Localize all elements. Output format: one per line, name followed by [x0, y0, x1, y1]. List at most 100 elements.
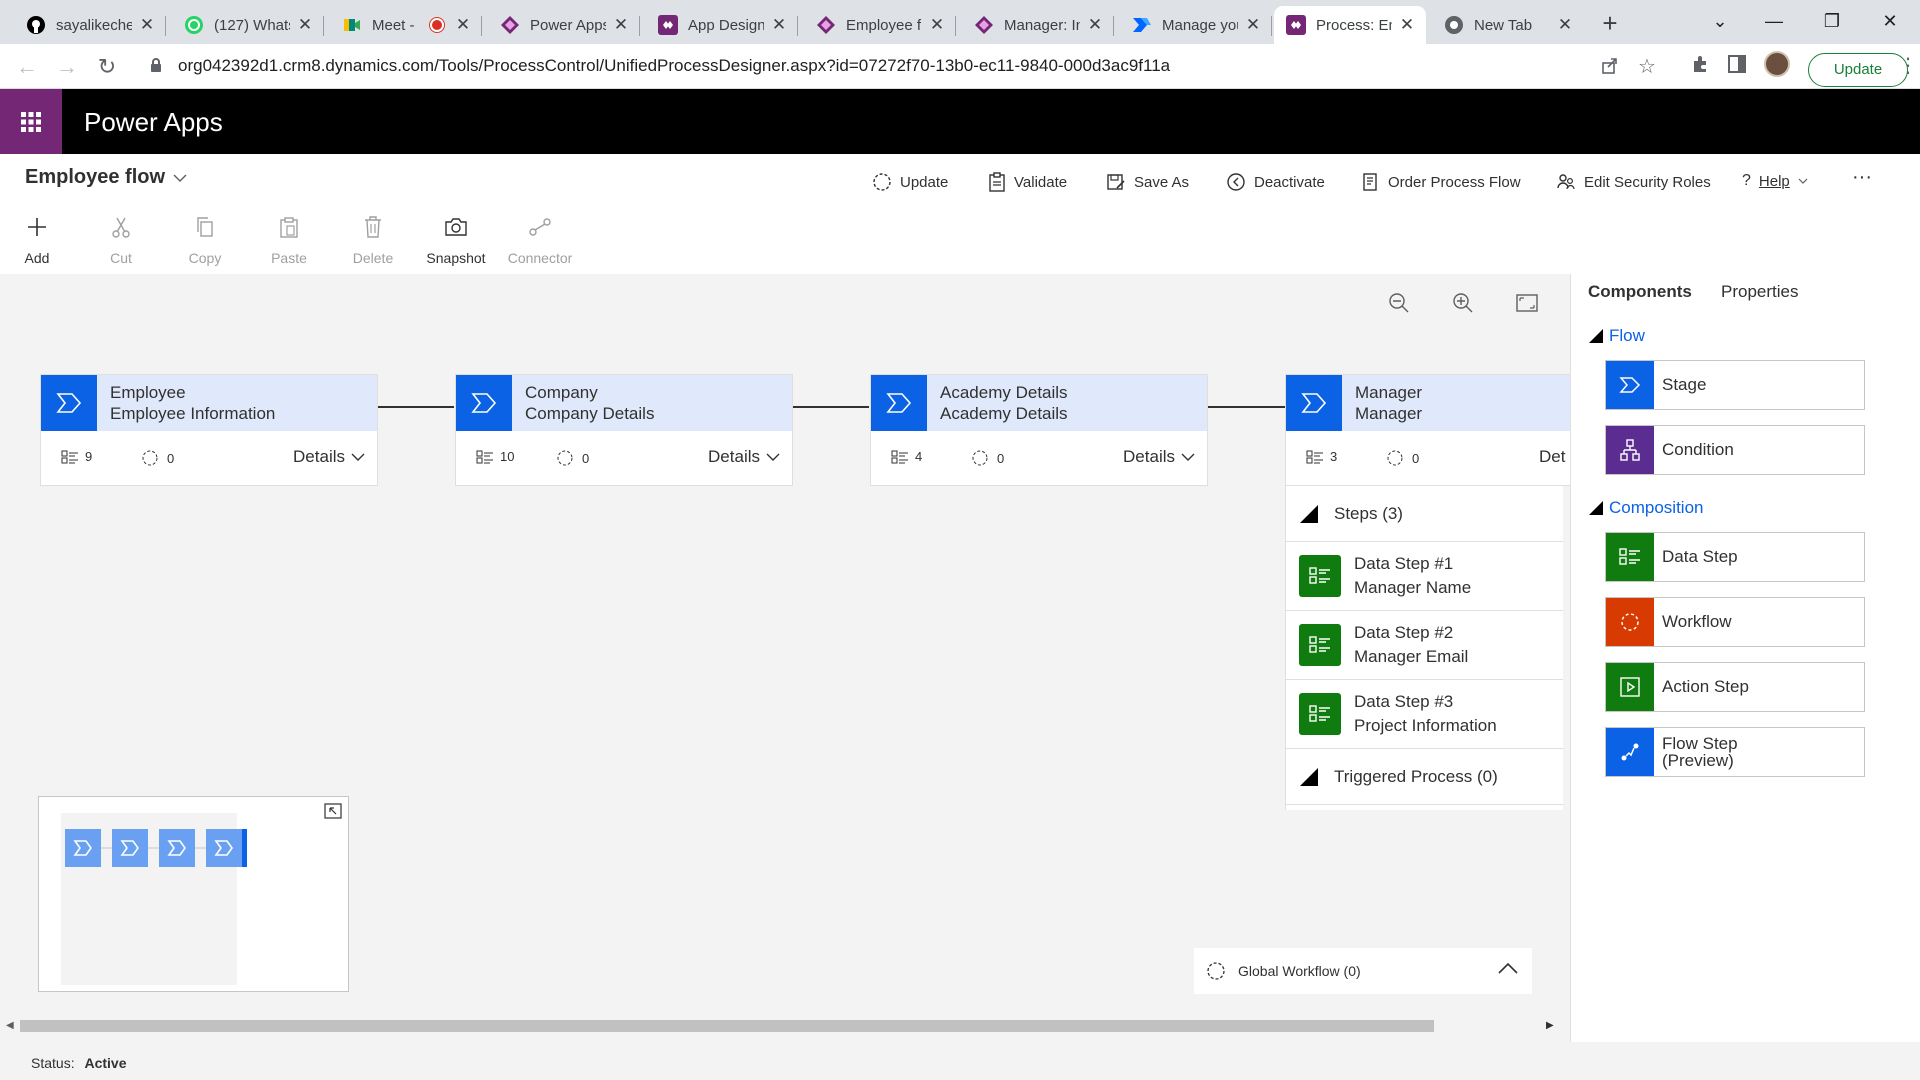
add-tool[interactable]: Add	[0, 216, 77, 266]
copy-tool[interactable]: Copy	[165, 216, 245, 266]
tab-close-icon[interactable]: ✕	[296, 15, 314, 34]
tab-close-icon[interactable]: ✕	[770, 15, 788, 34]
flow-step-component[interactable]: Flow Step (Preview)	[1605, 727, 1865, 777]
flow-group-label: Flow	[1609, 326, 1645, 345]
details-toggle[interactable]: Details	[708, 447, 780, 467]
url-bar[interactable]: org042392d1.crm8.dynamics.com/Tools/Proc…	[138, 49, 1918, 87]
star-icon[interactable]: ☆	[1638, 54, 1656, 79]
deactivate-button[interactable]: Deactivate	[1226, 172, 1325, 192]
delete-tool[interactable]: Delete	[333, 216, 413, 266]
designer-canvas[interactable]: Employee Employee Information 9 0 Detail…	[0, 274, 1570, 1034]
paste-label: Paste	[271, 250, 307, 266]
browser-tab[interactable]: Employee flow ✕	[804, 6, 956, 44]
global-workflow-bar[interactable]: Global Workflow (0)	[1194, 948, 1532, 994]
edit-security-roles-button[interactable]: Edit Security Roles	[1556, 172, 1711, 192]
stage-chevron-icon	[41, 375, 97, 431]
browser-tab[interactable]: Meet - ✕	[330, 6, 482, 44]
browser-tab[interactable]: Power Apps ✕	[488, 6, 640, 44]
share-icon[interactable]	[1600, 55, 1620, 75]
condition-icon	[1606, 426, 1654, 474]
steps-section-header[interactable]: Steps (3)	[1286, 486, 1563, 542]
details-toggle[interactable]: Details	[1123, 447, 1195, 467]
scroll-left-icon[interactable]: ◀	[6, 1020, 14, 1031]
avatar[interactable]	[1764, 51, 1790, 77]
back-icon[interactable]: ←	[12, 52, 42, 82]
close-window-button[interactable]: ✕	[1870, 6, 1910, 36]
tab-close-icon[interactable]: ✕	[138, 15, 156, 34]
stage-card[interactable]: Academy Details Academy Details 4 0 Deta…	[870, 374, 1208, 486]
stage-component[interactable]: Stage	[1605, 360, 1865, 410]
more-vert-icon[interactable]: ⋮	[1898, 53, 1918, 78]
tab-close-icon[interactable]: ✕	[612, 15, 630, 34]
browser-tab[interactable]: sayalikeche ✕	[14, 6, 166, 44]
triggered-process-header[interactable]: Triggered Process (0)	[1286, 749, 1563, 805]
flow-name-dropdown[interactable]: Employee flow	[25, 166, 187, 189]
zoom-in-icon[interactable]	[1448, 288, 1478, 318]
extensions-icon[interactable]	[1690, 54, 1710, 74]
minimap-collapse-icon[interactable]	[324, 803, 342, 819]
fit-to-screen-icon[interactable]	[1512, 288, 1542, 318]
snapshot-tool[interactable]: Snapshot	[416, 216, 496, 266]
chevron-up-icon[interactable]	[1498, 962, 1518, 974]
cut-tool[interactable]: Cut	[81, 216, 161, 266]
browser-tab[interactable]: Manage your ✕	[1120, 6, 1272, 44]
minimap[interactable]	[38, 796, 349, 992]
browser-tab-active[interactable]: Process: Employee ✕	[1274, 6, 1426, 44]
tab-close-icon[interactable]: ✕	[454, 15, 472, 34]
save-as-button[interactable]: Save As	[1106, 172, 1189, 192]
workflow-component[interactable]: Workflow	[1605, 597, 1865, 647]
triggered-process-label: Triggered Process (0)	[1334, 766, 1498, 786]
stage-chevron-icon	[1286, 375, 1342, 431]
app-launcher-icon[interactable]	[0, 89, 62, 154]
new-tab-button[interactable]: +	[1596, 10, 1624, 38]
tab-title: Power Apps	[530, 16, 606, 34]
tab-close-icon[interactable]: ✕	[928, 15, 946, 34]
browser-update-button[interactable]: Update	[1808, 53, 1908, 87]
data-step-item[interactable]: Data Step #2 Manager Email	[1286, 611, 1563, 680]
details-toggle[interactable]: Det	[1539, 447, 1565, 467]
stage-card[interactable]: Company Company Details 10 0 Details	[455, 374, 793, 486]
validate-button[interactable]: Validate	[988, 172, 1067, 192]
forward-icon[interactable]: →	[52, 52, 82, 82]
component-label: Stage	[1662, 375, 1707, 394]
browser-tab[interactable]: App Designer ✕	[646, 6, 798, 44]
help-button[interactable]: ? Help	[1742, 172, 1808, 190]
browser-tab[interactable]: Manager: Information ✕	[962, 6, 1114, 44]
paste-tool[interactable]: Paste	[249, 216, 329, 266]
reload-icon[interactable]: ↻	[92, 52, 122, 82]
flow-group-header[interactable]: Flow	[1589, 326, 1645, 346]
more-commands-button[interactable]: ···	[1852, 166, 1872, 189]
zoom-out-icon[interactable]	[1384, 288, 1414, 318]
scrollbar-thumb[interactable]	[20, 1020, 1434, 1032]
components-panel: Components Properties Flow Stage Conditi…	[1570, 274, 1920, 1042]
side-panel-icon[interactable]	[1728, 55, 1746, 73]
tab-properties[interactable]: Properties	[1721, 282, 1798, 302]
stage-connector	[793, 406, 869, 408]
horizontal-scrollbar[interactable]: ◀ ▶	[0, 1016, 1570, 1034]
data-step-component[interactable]: Data Step	[1605, 532, 1865, 582]
tab-close-icon[interactable]: ✕	[1556, 15, 1574, 34]
tab-search-icon[interactable]: ⌄	[1700, 6, 1740, 36]
browser-tab[interactable]: New Tab ✕	[1432, 6, 1584, 44]
people-icon	[1556, 172, 1576, 192]
composition-group-header[interactable]: Composition	[1589, 498, 1704, 518]
connector-tool[interactable]: Connector	[500, 216, 580, 266]
order-process-flow-button[interactable]: Order Process Flow	[1362, 172, 1521, 192]
stage-name: Manager	[1355, 404, 1423, 423]
update-button[interactable]: Update	[872, 172, 948, 192]
tab-close-icon[interactable]: ✕	[1244, 15, 1262, 34]
data-step-item[interactable]: Data Step #1 Manager Name	[1286, 542, 1563, 611]
tab-close-icon[interactable]: ✕	[1086, 15, 1104, 34]
scroll-right-icon[interactable]: ▶	[1546, 1020, 1554, 1031]
details-toggle[interactable]: Details	[293, 447, 365, 467]
condition-component[interactable]: Condition	[1605, 425, 1865, 475]
stage-card-selected[interactable]: Manager Manager 3 0 Det	[1285, 374, 1570, 486]
action-step-component[interactable]: Action Step	[1605, 662, 1865, 712]
minimize-button[interactable]: —	[1754, 6, 1794, 36]
tab-components[interactable]: Components	[1588, 282, 1692, 302]
data-step-item[interactable]: Data Step #3 Project Information	[1286, 680, 1563, 749]
tab-close-icon[interactable]: ✕	[1398, 15, 1416, 34]
browser-tab[interactable]: (127) WhatsApp ✕	[172, 6, 324, 44]
restore-button[interactable]: ❐	[1812, 6, 1852, 36]
stage-card[interactable]: Employee Employee Information 9 0 Detail…	[40, 374, 378, 486]
